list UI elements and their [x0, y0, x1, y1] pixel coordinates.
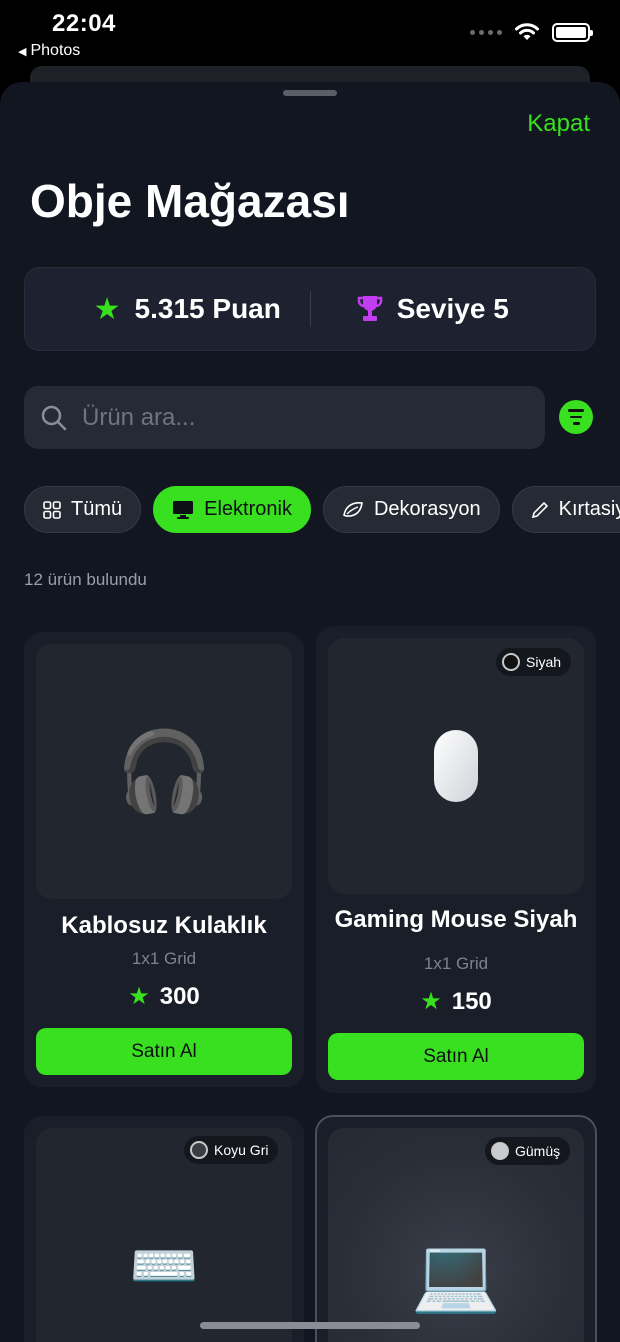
level-stat: Seviye 5 [311, 293, 596, 325]
buy-button[interactable]: Satın Al [328, 1033, 584, 1080]
back-triangle-icon: ◀ [18, 45, 27, 58]
keyboard-icon: ⌨️ [129, 1234, 199, 1297]
color-swatch [491, 1142, 509, 1160]
level-value: Seviye 5 [396, 293, 509, 324]
product-card-selected[interactable]: 💻 Gümüş [315, 1115, 597, 1342]
chip-label: Dekorasyon [373, 498, 481, 520]
product-image: 🎧 [36, 644, 292, 899]
points-value: 5.315 Puan [134, 293, 281, 324]
chip-label: Tümü [71, 498, 123, 520]
star-icon: ★ [128, 983, 150, 1010]
laptop-icon: 💻 [411, 1234, 501, 1315]
star-icon: ★ [93, 292, 121, 326]
wifi-icon [515, 23, 539, 40]
color-badge: Siyah [496, 648, 572, 676]
back-to-photos-link[interactable]: ◀ Photos [18, 42, 80, 60]
product-name: Gaming Mouse Siyah [334, 906, 578, 933]
search-bar[interactable] [24, 386, 545, 449]
color-label: Siyah [526, 654, 562, 670]
color-badge: Koyu Gri [184, 1136, 279, 1164]
chip-dekorasyon[interactable]: Dekorasyon [322, 486, 500, 533]
price-value: 300 [159, 982, 200, 1010]
cellular-signal-icon [470, 29, 502, 35]
search-icon [41, 405, 67, 430]
chip-tumu[interactable]: Tümü [24, 486, 142, 533]
stats-panel: ★ 5.315 Puan Seviye 5 [24, 267, 596, 351]
product-size: 1x1 Grid [423, 954, 489, 973]
star-icon: ★ [420, 988, 442, 1015]
leaf-icon [343, 501, 363, 517]
result-count: 12 ürün bulundu [24, 570, 147, 589]
product-size: 1x1 Grid [131, 949, 197, 968]
page-title: Obje Mağazası [30, 175, 350, 227]
buy-button[interactable]: Satın Al [36, 1028, 292, 1075]
sheet-grabber[interactable] [283, 90, 337, 96]
pencil-icon [531, 501, 548, 518]
chip-label: Elektronik [204, 498, 292, 520]
status-bar: 22:04 ◀ Photos [0, 0, 620, 70]
mouse-icon [434, 730, 478, 802]
product-image [328, 638, 584, 894]
product-name: Kablosuz Kulaklık [61, 912, 267, 939]
product-card[interactable]: 🎧 Kablosuz Kulaklık 1x1 Grid ★ 300 Satın… [24, 632, 304, 1087]
search-input[interactable] [82, 403, 502, 432]
filter-button[interactable] [559, 400, 593, 434]
status-time: 22:04 [52, 10, 116, 37]
grid-icon [43, 500, 61, 519]
chip-elektronik[interactable]: Elektronik [153, 486, 311, 533]
home-indicator[interactable] [200, 1322, 420, 1329]
color-label: Gümüş [515, 1143, 561, 1159]
product-card[interactable]: Siyah Gaming Mouse Siyah 1x1 Grid ★ 150 … [316, 626, 596, 1093]
points-stat: ★ 5.315 Puan [25, 292, 310, 327]
headphones-icon: 🎧 [115, 726, 213, 815]
color-swatch [190, 1141, 208, 1159]
chip-kirtasiye[interactable]: Kırtasiye [511, 486, 620, 533]
price-value: 150 [451, 987, 492, 1015]
color-badge: Gümüş [485, 1137, 571, 1165]
chip-label: Kırtasiye [558, 498, 620, 520]
product-card[interactable]: ⌨️ Koyu Gri [24, 1116, 304, 1342]
back-link-label: Photos [30, 42, 81, 59]
product-price: ★ 150 [316, 987, 596, 1016]
trophy-icon [357, 296, 382, 321]
category-chips: Tümü Elektronik Dekorasyon Kırtasiye [24, 486, 620, 533]
color-swatch [502, 653, 520, 671]
monitor-icon [173, 500, 194, 519]
battery-icon [552, 22, 593, 42]
color-label: Koyu Gri [214, 1142, 269, 1158]
product-price: ★ 300 [24, 982, 304, 1011]
status-icons [470, 22, 593, 42]
store-sheet: Kapat Obje Mağazası ★ 5.315 Puan Seviye … [0, 82, 620, 1342]
close-button[interactable]: Kapat [527, 110, 590, 138]
